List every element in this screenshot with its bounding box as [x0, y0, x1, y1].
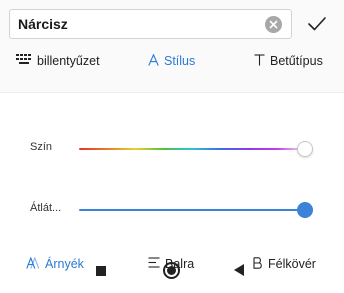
font-icon: [254, 54, 265, 69]
bold-label: Félkövér: [268, 257, 316, 272]
tab-font[interactable]: Betűtípus: [254, 54, 323, 69]
color-slider-row: Szín: [0, 137, 344, 161]
text-input-value: Nárcisz: [18, 16, 68, 32]
tab-style-label: Stílus: [164, 54, 196, 69]
home-icon[interactable]: [163, 262, 180, 279]
tab-keyboard[interactable]: billentyűzet: [16, 54, 100, 68]
home-icon-center: [167, 266, 176, 275]
text-input[interactable]: Nárcisz: [9, 9, 292, 39]
tab-style[interactable]: Stílus: [148, 53, 196, 69]
shadow-icon: [26, 256, 40, 272]
tab-keyboard-label: billentyűzet: [37, 54, 100, 68]
check-icon[interactable]: [306, 13, 328, 35]
style-icon: [148, 53, 159, 69]
tab-font-label: Betűtípus: [270, 54, 323, 69]
text-editor-panel: Nárcisz billentyűzet Stílus Betűtípus: [0, 0, 344, 92]
divider: [0, 92, 344, 93]
clear-icon[interactable]: [265, 16, 282, 33]
shadow-option[interactable]: Árnyék: [26, 256, 84, 272]
bold-icon: [253, 257, 263, 272]
bold-option[interactable]: Félkövér: [253, 257, 316, 272]
color-slider-track[interactable]: [79, 148, 305, 150]
shadow-label: Árnyék: [45, 257, 84, 272]
opacity-slider-row: Átlát...: [0, 198, 344, 222]
opacity-slider-thumb[interactable]: [297, 202, 313, 218]
opacity-slider-label: Átlát...: [30, 202, 62, 214]
align-left-icon: [148, 257, 160, 271]
tab-bar: billentyűzet Stílus Betűtípus: [0, 48, 344, 78]
color-slider-label: Szín: [30, 141, 53, 153]
back-icon[interactable]: [234, 264, 244, 276]
color-slider-thumb[interactable]: [297, 141, 313, 157]
opacity-slider-track[interactable]: [79, 209, 305, 211]
recent-apps-icon[interactable]: [96, 266, 106, 276]
keyboard-icon: [16, 54, 32, 68]
